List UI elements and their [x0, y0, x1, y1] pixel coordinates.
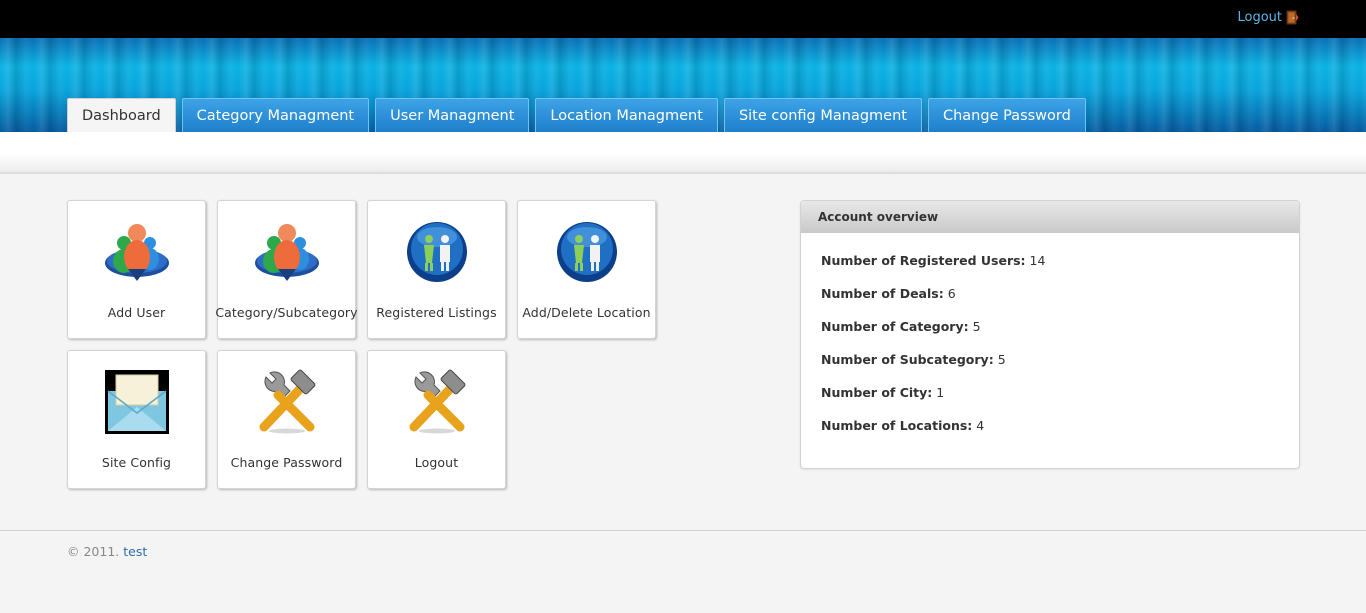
stat-value: 5	[972, 319, 981, 334]
tile-label: Add User	[107, 305, 166, 320]
stat-city: Number of City: 1	[821, 385, 944, 400]
people-globe-icon	[406, 222, 467, 282]
stat-deals: Number of Deals: 6	[821, 286, 956, 301]
tools-icon	[259, 369, 315, 434]
tile-add-delete-location[interactable]: Add/Delete Location	[517, 200, 656, 339]
stat-label: Number of Locations:	[821, 418, 973, 433]
people-globe-icon	[556, 222, 617, 282]
tile-category-subcategory[interactable]: Category/Subcategory	[215, 200, 358, 339]
tools-icon	[409, 369, 465, 434]
stat-value: 14	[1029, 253, 1046, 268]
tile-label: Registered Listings	[376, 305, 497, 320]
door-exit-icon	[1286, 10, 1299, 25]
tile-logout[interactable]: Logout	[367, 350, 506, 489]
envelope-icon	[104, 370, 169, 434]
stat-label: Number of Deals:	[821, 286, 944, 301]
stat-label: Number of Category:	[821, 319, 969, 334]
footer-divider	[0, 530, 1366, 531]
tile-label: Logout	[414, 455, 459, 470]
top-logout-label: Logout	[1237, 10, 1282, 25]
tab-category-managment[interactable]: Category Managment	[181, 98, 370, 132]
footer-link[interactable]: test	[123, 544, 147, 559]
stat-locations: Number of Locations: 4	[821, 418, 984, 433]
stat-value: 1	[936, 385, 945, 400]
stat-value: 6	[947, 286, 956, 301]
account-overview-title: Account overview	[801, 201, 1299, 233]
stat-category: Number of Category: 5	[821, 319, 981, 334]
tile-label: Category/Subcategory	[215, 305, 358, 320]
tab-user-managment[interactable]: User Managment	[375, 98, 530, 132]
tab-location-managment[interactable]: Location Managment	[535, 98, 718, 132]
footer: © 2011. test	[67, 544, 147, 559]
stat-label: Number of Registered Users:	[821, 253, 1026, 268]
users-group-icon	[254, 224, 319, 281]
header-banner: Dashboard Category Managment User Managm…	[0, 38, 1366, 132]
tile-change-password[interactable]: Change Password	[217, 350, 356, 489]
tile-site-config[interactable]: Site Config	[67, 350, 206, 489]
account-overview-panel: Account overview Number of Registered Us…	[800, 200, 1300, 469]
tab-change-password[interactable]: Change Password	[927, 98, 1086, 132]
tile-label: Add/Delete Location	[522, 305, 651, 320]
tile-registered-listings[interactable]: Registered Listings	[367, 200, 506, 339]
footer-copyright: © 2011.	[67, 544, 120, 559]
sub-nav-bar	[0, 132, 1366, 174]
tile-add-user[interactable]: Add User	[67, 200, 206, 339]
stat-label: Number of Subcategory:	[821, 352, 994, 367]
stat-subcategory: Number of Subcategory: 5	[821, 352, 1006, 367]
stat-value: 5	[997, 352, 1006, 367]
tab-dashboard[interactable]: Dashboard	[67, 98, 176, 132]
tile-label: Change Password	[230, 455, 343, 470]
tab-site-config-managment[interactable]: Site config Managment	[723, 98, 922, 132]
top-logout-link[interactable]: Logout	[1237, 10, 1299, 25]
tile-label: Site Config	[101, 455, 172, 470]
top-bar: Logout	[0, 0, 1366, 38]
stat-registered-users: Number of Registered Users: 14	[821, 253, 1045, 268]
users-group-icon	[104, 224, 169, 281]
main-nav-tabs: Dashboard Category Managment User Managm…	[67, 98, 1086, 132]
stat-value: 4	[976, 418, 985, 433]
stat-label: Number of City:	[821, 385, 933, 400]
